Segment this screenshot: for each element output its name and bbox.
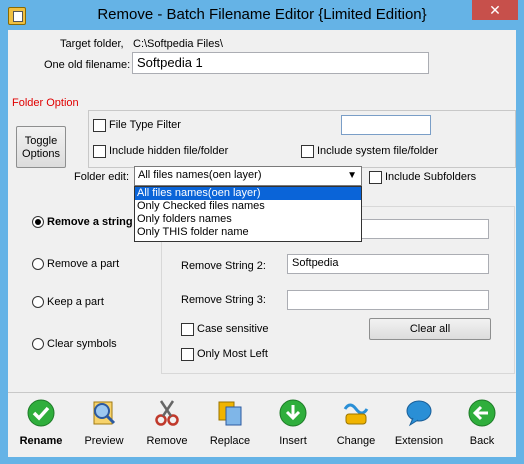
remove-label: Remove [146,435,188,447]
target-folder-path: C:\Softpedia Files\ [133,38,223,50]
clear-symbols-label: Clear symbols [47,338,117,350]
extension-button[interactable]: Extension [386,397,452,453]
speech-bubble-icon [406,400,432,427]
folder-edit-dropdown-list[interactable]: All files names(oen layer) Only Checked … [134,186,362,242]
change-icon [343,403,369,425]
include-hidden-label: Include hidden file/folder [109,145,229,157]
include-system-checkbox[interactable] [301,145,314,158]
folder-edit-combo[interactable]: All files names(oen layer) ▼ [134,166,362,186]
check-icon [27,399,55,427]
scissors-icon [155,400,179,426]
remove-string-label: Remove a string [47,216,133,228]
bottom-toolbar: Rename Preview Remove Replace Insert Cha… [8,392,516,457]
remove-part-radio[interactable] [32,258,44,270]
include-hidden-checkbox[interactable] [93,145,106,158]
main-panel: Target folder, C:\Softpedia Files\ One o… [8,30,516,457]
replace-button[interactable]: Replace [197,397,263,453]
extension-label: Extension [394,435,444,447]
remove-string-2-field[interactable]: Softpedia [287,254,489,274]
back-label: Back [469,435,495,447]
dropdown-option[interactable]: Only Checked files names [135,200,361,213]
file-type-filter-label: File Type Filter [109,119,181,131]
dropdown-option[interactable]: Only THIS folder name [135,226,361,239]
case-sensitive-checkbox[interactable] [181,323,194,336]
dropdown-option[interactable]: All files names(oen layer) [135,187,361,200]
insert-label: Insert [279,435,307,447]
rename-button[interactable]: Rename [8,397,74,453]
include-subfolders-label: Include Subfolders [385,171,477,183]
keep-part-label: Keep a part [47,296,104,308]
window-title: Remove - Batch Filename Editor {Limited … [97,6,427,23]
chevron-down-icon[interactable]: ▼ [347,170,357,181]
case-sensitive-label: Case sensitive [197,323,269,335]
clear-symbols-radio[interactable] [32,338,44,350]
remove-part-label: Remove a part [47,258,120,270]
replace-icon [218,401,242,426]
old-filename-label: One old filename: [44,59,131,71]
back-arrow-icon [468,399,496,427]
include-system-label: Include system file/folder [317,145,439,157]
include-subfolders-checkbox[interactable] [369,171,382,184]
remove-string-3-label: Remove String 3: [181,294,266,306]
rename-label: Rename [19,435,63,447]
target-folder-label: Target folder, [60,38,124,50]
replace-label: Replace [209,435,251,447]
folder-edit-value: All files names(oen layer) [138,169,262,181]
remove-string-2-label: Remove String 2: [181,260,266,272]
file-type-filter-checkbox[interactable] [93,119,106,132]
remove-string-radio[interactable] [32,216,44,228]
folder-option-title: Folder Option [12,97,79,109]
remove-button[interactable]: Remove [134,397,200,453]
close-button[interactable]: ✕ [472,0,518,20]
back-button[interactable]: Back [449,397,515,453]
change-button[interactable]: Change [323,397,389,453]
clear-all-button[interactable]: Clear all [369,318,491,340]
old-filename-field[interactable]: Softpedia 1 [132,52,429,74]
insert-button[interactable]: Insert [260,397,326,453]
magnifier-icon [93,401,116,425]
title-bar[interactable]: Remove - Batch Filename Editor {Limited … [0,0,524,30]
only-most-left-checkbox[interactable] [181,348,194,361]
insert-down-icon [279,399,307,427]
toggle-options-button[interactable]: Toggle Options [16,126,66,168]
file-type-filter-input[interactable] [341,115,431,135]
change-label: Change [336,435,376,447]
dropdown-option[interactable]: Only folders names [135,213,361,226]
preview-label: Preview [84,435,124,447]
only-most-left-label: Only Most Left [197,348,268,360]
remove-string-3-field[interactable] [287,290,489,310]
app-window: Remove - Batch Filename Editor {Limited … [0,0,524,464]
folder-edit-label: Folder edit: [74,171,130,183]
preview-button[interactable]: Preview [71,397,137,453]
keep-part-radio[interactable] [32,296,44,308]
